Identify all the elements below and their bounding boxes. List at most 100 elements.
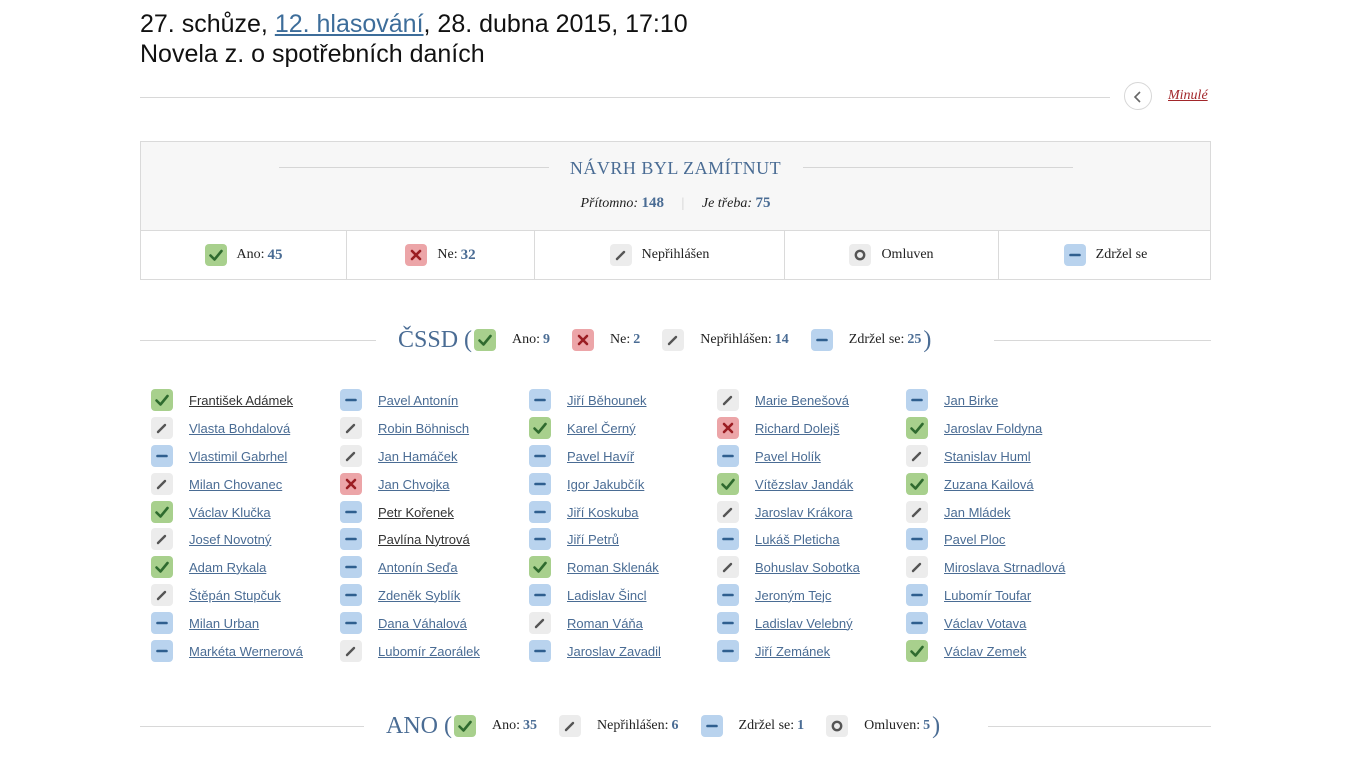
- member-item: Jaroslav Zavadil: [529, 639, 714, 663]
- required-label: Je třeba:: [701, 196, 753, 211]
- member-name-link[interactable]: Robin Böhnisch: [378, 421, 469, 436]
- check-icon-glyph: [910, 645, 924, 657]
- minus-icon: [529, 584, 551, 606]
- result-cell-neprihlasen: Nepřihlášen: [535, 230, 785, 280]
- divider: [988, 726, 1211, 727]
- vote-subject: Novela z. o spotřebních daních: [140, 40, 485, 68]
- party-stat-label: Omluven:: [864, 718, 921, 733]
- member-name-link[interactable]: Zdeněk Syblík: [378, 588, 460, 603]
- member-name-link[interactable]: Lukáš Pleticha: [755, 532, 840, 547]
- member-name-link[interactable]: Jaroslav Foldyna: [944, 421, 1042, 436]
- member-name-link[interactable]: Milan Urban: [189, 616, 259, 631]
- member-name-link[interactable]: Dana Váhalová: [378, 616, 467, 631]
- member-name-link[interactable]: Jiří Koskuba: [567, 505, 639, 520]
- previous-button[interactable]: [1124, 82, 1152, 110]
- member-name-link[interactable]: Richard Dolejš: [755, 421, 840, 436]
- member-name-link[interactable]: Jiří Běhounek: [567, 393, 647, 408]
- member-name-link[interactable]: Václav Votava: [944, 616, 1026, 631]
- party-name[interactable]: ČSSD (: [398, 327, 472, 354]
- check-icon-glyph: [155, 561, 169, 573]
- minus-icon-glyph: [705, 724, 718, 728]
- minus-icon: [717, 584, 739, 606]
- minus-icon: [151, 612, 173, 634]
- member-name-link[interactable]: Roman Váňa: [567, 616, 643, 631]
- member-name-link[interactable]: Štěpán Stupčuk: [189, 588, 281, 603]
- member-name-link[interactable]: Jaroslav Krákora: [755, 505, 853, 520]
- result-header: NÁVRH BYL ZAMÍTNUT Přítomno: 148 | Je tř…: [141, 142, 1210, 231]
- member-row: Štěpán Stupčuk Zdeněk Syblík Ladislav Šinc…: [151, 583, 1211, 607]
- party-paren-close: ): [932, 712, 941, 739]
- party-stat-label: Ano:: [492, 718, 520, 733]
- member-name-link[interactable]: Marie Benešová: [755, 393, 849, 408]
- member-name-link[interactable]: Václav Zemek: [944, 644, 1026, 659]
- member-name-link[interactable]: Pavel Havíř: [567, 449, 634, 464]
- member-name-link[interactable]: Petr Kořenek: [378, 505, 454, 520]
- pencil-icon: [340, 445, 362, 467]
- member-name-link[interactable]: Lubomír Zaorálek: [378, 644, 480, 659]
- party-stat-label: Zdržel se:: [848, 332, 905, 347]
- member-name-link[interactable]: Jan Mládek: [944, 505, 1010, 520]
- check-icon: [906, 417, 928, 439]
- party-stat-zdrzel: Zdržel se: 1: [700, 715, 804, 737]
- member-name-link[interactable]: Jan Chvojka: [378, 477, 450, 492]
- member-name-link[interactable]: Zuzana Kailová: [944, 477, 1034, 492]
- separator: |: [681, 196, 685, 211]
- member-item: Vlasta Bohdalová: [151, 416, 336, 440]
- member-name-link[interactable]: Vítězslav Jandák: [755, 477, 853, 492]
- result-breakdown: Ano: 45 Ne: 32 Nepřihlášen Omluven Zdržel se: [141, 230, 1210, 280]
- member-name-link[interactable]: Adam Rykala: [189, 560, 266, 575]
- member-name-link[interactable]: Milan Chovanec: [189, 477, 282, 492]
- member-name-link[interactable]: Antonín Seďa: [378, 560, 458, 575]
- minus-icon-glyph: [911, 537, 923, 541]
- member-name-link[interactable]: Pavel Antonín: [378, 393, 458, 408]
- chevron-left-icon: [1133, 91, 1141, 103]
- member-item: Josef Novotný: [151, 527, 336, 551]
- member-name-link[interactable]: Lubomír Toufar: [944, 588, 1031, 603]
- member-name-link[interactable]: Pavel Ploc: [944, 532, 1005, 547]
- member-name-link[interactable]: Vlasta Bohdalová: [189, 421, 290, 436]
- member-name-link[interactable]: Jeroným Tejc: [755, 588, 831, 603]
- member-row: Vlasta Bohdalová Robin Böhnisch Karel Čern…: [151, 416, 1211, 440]
- result-title: NÁVRH BYL ZAMÍTNUT: [569, 158, 782, 178]
- member-name-link[interactable]: Roman Sklenák: [567, 560, 659, 575]
- member-name-link[interactable]: Miroslava Strnadlová: [944, 560, 1065, 575]
- check-icon: [454, 715, 476, 737]
- party-name[interactable]: ANO (: [386, 713, 452, 740]
- minus-icon: [529, 445, 551, 467]
- member-name-link[interactable]: Ladislav Šincl: [567, 588, 647, 603]
- member-name-link[interactable]: Stanislav Huml: [944, 449, 1031, 464]
- member-name-link[interactable]: Václav Klučka: [189, 505, 271, 520]
- member-name-link[interactable]: Jan Hamáček: [378, 449, 457, 464]
- member-item: Vlastimil Gabrhel: [151, 444, 336, 468]
- member-item: Antonín Seďa: [340, 555, 525, 579]
- member-name-link[interactable]: Markéta Wernerová: [189, 644, 303, 659]
- member-name-link[interactable]: Pavlína Nytrová: [378, 532, 470, 547]
- member-item: Richard Dolejš: [717, 416, 902, 440]
- vote-number-link[interactable]: 12. hlasování: [275, 10, 424, 38]
- circle-icon-glyph: [831, 720, 843, 732]
- minus-icon: [717, 640, 739, 662]
- pencil-icon-glyph: [911, 562, 922, 573]
- pencil-icon-glyph: [156, 479, 167, 490]
- vote-date: , 28. dubna 2015, 17:10: [423, 10, 688, 38]
- member-name-link[interactable]: Jiří Zemánek: [755, 644, 830, 659]
- member-name-link[interactable]: Karel Černý: [567, 421, 636, 436]
- minus-icon-glyph: [534, 454, 546, 458]
- member-name-link[interactable]: Pavel Holík: [755, 449, 821, 464]
- result-cell-zdrzel: Zdržel se: [999, 230, 1212, 280]
- member-name-link[interactable]: František Adámek: [189, 393, 293, 408]
- member-name-link[interactable]: Josef Novotný: [189, 532, 271, 547]
- member-name-link[interactable]: Vlastimil Gabrhel: [189, 449, 287, 464]
- member-name-link[interactable]: Jaroslav Zavadil: [567, 644, 661, 659]
- party-stat-zdrzel: Zdržel se: 25: [810, 329, 921, 351]
- member-item: Jaroslav Foldyna: [906, 416, 1091, 440]
- member-name-link[interactable]: Jan Birke: [944, 393, 998, 408]
- check-icon: [151, 556, 173, 578]
- member-name-link[interactable]: Jiří Petrů: [567, 532, 619, 547]
- member-name-link[interactable]: Ladislav Velebný: [755, 616, 853, 631]
- member-name-link[interactable]: Igor Jakubčík: [567, 477, 644, 492]
- member-name-link[interactable]: Bohuslav Sobotka: [755, 560, 860, 575]
- pencil-icon: [609, 244, 632, 266]
- check-icon: [717, 473, 739, 495]
- previous-link[interactable]: Minulé: [1168, 88, 1208, 104]
